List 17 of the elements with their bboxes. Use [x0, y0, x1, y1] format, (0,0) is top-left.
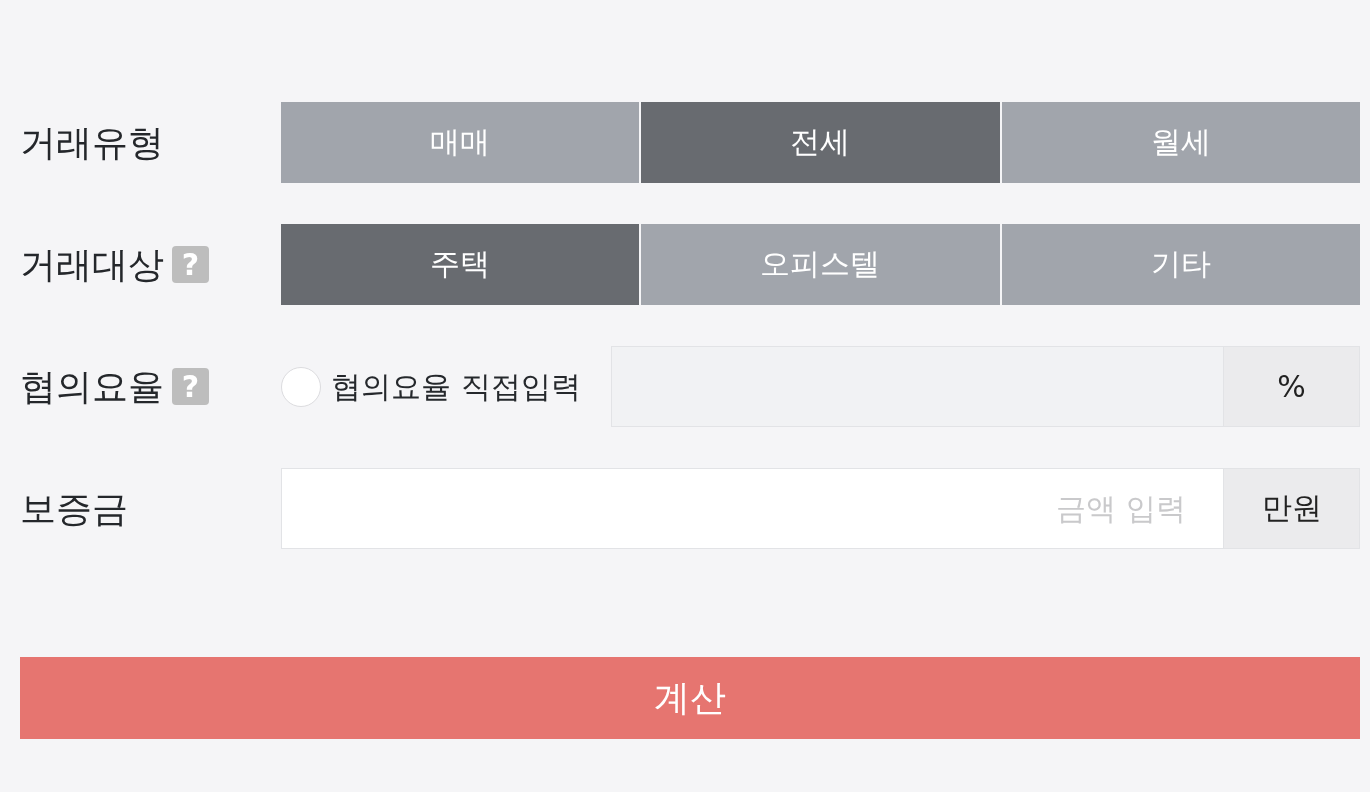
segment-button[interactable]: 기타 — [1001, 224, 1360, 305]
calculate-button[interactable]: 계산 — [20, 657, 1360, 739]
field-label: 거래대상 — [20, 242, 164, 287]
field-label: 거래유형 — [20, 120, 164, 165]
segment-button[interactable]: 월세 — [1001, 102, 1360, 183]
help-icon[interactable]: ? — [172, 368, 209, 405]
field-label: 보증금 — [20, 486, 128, 531]
radio-button[interactable] — [281, 366, 321, 407]
unit-label: 만원 — [1224, 468, 1360, 549]
segment-button[interactable]: 오피스텔 — [641, 224, 1000, 305]
help-icon[interactable]: ? — [172, 246, 209, 283]
radio-label[interactable]: 협의요율 직접입력 — [331, 368, 581, 405]
segment-button[interactable]: 전세 — [641, 102, 1000, 183]
unit-label: % — [1224, 346, 1360, 427]
field-label: 협의요율 — [20, 364, 164, 409]
segment-button[interactable]: 주택 — [281, 224, 640, 305]
segment-button[interactable]: 매매 — [281, 102, 640, 183]
